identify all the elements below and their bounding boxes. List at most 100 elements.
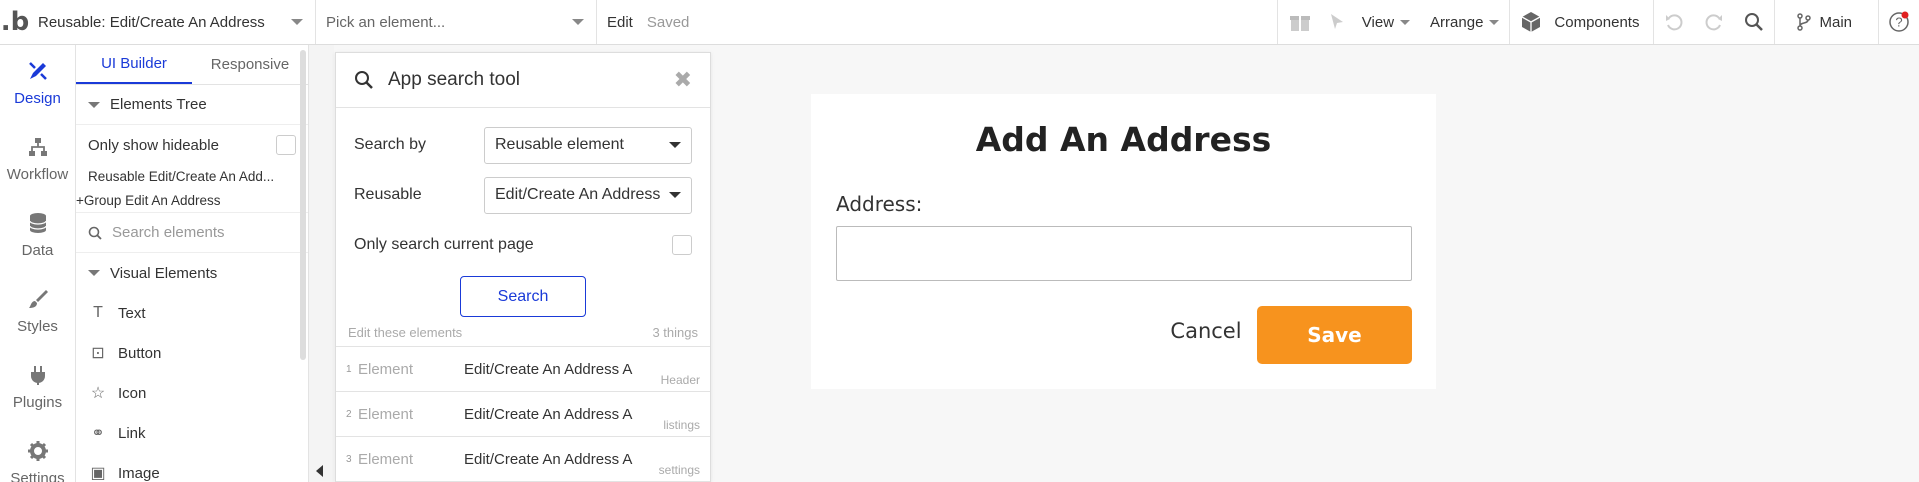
search-tool-header: App search tool ✖ [336,53,710,108]
element-picker-placeholder: Pick an element... [326,13,446,31]
database-icon [28,212,47,233]
tree-item-group[interactable]: +Group Edit An Address [76,188,308,213]
element-type-image[interactable]: ▣ Image [76,453,308,482]
cube-icon [1522,12,1541,32]
close-icon[interactable]: ✖ [674,67,692,93]
result-row[interactable]: 1 Element Edit/Create An Address A Heade… [336,347,710,392]
saved-status: Saved [646,13,690,31]
chevron-down-icon [572,19,584,25]
current-page-row: Only search current page [336,220,710,270]
elements-tree-header[interactable]: Elements Tree [76,85,308,125]
collapse-triangle-icon [88,270,100,276]
view-menu-label: View [1361,13,1395,31]
tab-ui-builder[interactable]: UI Builder [76,45,192,84]
rail-item-design[interactable]: Design [0,45,75,121]
visual-elements-header[interactable]: Visual Elements [76,253,308,293]
only-hideable-checkbox[interactable] [276,135,296,155]
gift-icon[interactable] [1278,0,1322,44]
rail-label: Data [21,241,54,259]
rail-item-workflow[interactable]: Workflow [0,121,75,197]
rail-label: Workflow [6,165,69,183]
rail-label: Design [14,89,61,107]
collapse-arrow-icon[interactable] [316,465,323,477]
search-by-label: Search by [354,136,427,153]
left-nav-rail: Design Workflow Data Styles Plugins Sett… [0,45,76,482]
redo-icon[interactable] [1694,0,1734,44]
help-icon[interactable]: ? [1879,0,1919,44]
result-number: 2 [346,408,352,420]
search-icon [355,71,373,89]
rail-label: Styles [17,317,58,335]
chevron-down-icon [669,192,681,198]
element-type-text[interactable]: T Text [76,293,308,333]
bubble-logo[interactable]: .b [0,0,30,44]
rail-item-plugins[interactable]: Plugins [0,349,75,425]
search-tool-title: App search tool [388,69,521,90]
panel-tabs: UI Builder Responsive [76,45,308,85]
save-button[interactable]: Save [1257,306,1412,364]
element-type-label: Link [118,424,146,442]
rail-item-styles[interactable]: Styles [0,273,75,349]
search-by-row: Search by Reusable element [336,120,710,170]
rail-item-settings[interactable]: Settings [0,425,75,482]
page-selector-value: Reusable: Edit/Create An Address [38,13,265,31]
results-header: Edit these elements 3 things [336,317,710,347]
branch-selector[interactable]: Main [1775,0,1878,44]
result-tag: Header [660,373,700,387]
result-type: Element [358,405,414,423]
collapse-triangle-icon [88,101,100,108]
tab-responsive[interactable]: Responsive [192,45,308,84]
search-elements-field[interactable]: Search elements [76,213,308,253]
element-type-link[interactable]: ⚭ Link [76,413,308,453]
panel-collapse-strip[interactable] [309,45,334,482]
search-button[interactable]: Search [460,276,586,317]
element-type-icon[interactable]: ☆ Icon [76,373,308,413]
page-title[interactable]: Add An Address [811,120,1436,159]
element-picker[interactable]: Pick an element... [316,0,597,44]
only-hideable-row: Only show hideable [76,125,308,165]
result-tag: settings [658,463,700,477]
search-by-dropdown[interactable]: Reusable element [484,126,692,164]
result-row[interactable]: 2 Element Edit/Create An Address A listi… [336,392,710,437]
branch-label: Main [1819,13,1852,31]
undo-icon[interactable] [1654,0,1694,44]
components-label: Components [1554,13,1640,31]
address-input[interactable] [836,226,1412,281]
result-number: 1 [346,363,352,375]
arrange-menu[interactable]: Arrange [1420,0,1509,44]
reusable-value: Edit/Create An Address [495,186,661,203]
result-row[interactable]: 3 Element Edit/Create An Address A setti… [336,437,710,482]
tree-item-reusable[interactable]: Reusable Edit/Create An Add... [76,165,308,188]
view-menu[interactable]: View [1352,0,1420,44]
result-name: Edit/Create An Address A [464,360,633,378]
page-selector[interactable]: Reusable: Edit/Create An Address [30,0,316,44]
address-label[interactable]: Address: [836,192,922,216]
current-page-checkbox[interactable] [672,235,692,255]
cursor-icon[interactable] [1322,0,1352,44]
arrange-menu-label: Arrange [1430,13,1484,31]
result-type: Element [358,360,414,378]
visual-elements-title: Visual Elements [110,264,218,282]
chevron-down-icon [291,19,303,25]
search-icon[interactable] [1734,0,1774,44]
rail-label: Settings [10,469,65,482]
reusable-dropdown[interactable]: Edit/Create An Address [484,176,692,214]
button-icon: ⊡ [91,345,105,362]
panel-scrollbar[interactable] [300,50,306,360]
branch-icon [1797,13,1812,31]
edit-mode-label[interactable]: Edit [597,14,643,31]
link-icon: ⚭ [91,425,105,442]
reusable-element-canvas[interactable]: Add An Address Address: Cancel Save [811,94,1436,389]
element-type-button[interactable]: ⊡ Button [76,333,308,373]
rail-item-data[interactable]: Data [0,197,75,273]
star-icon: ☆ [90,385,106,402]
components-button[interactable]: Components [1510,0,1653,44]
search-icon [88,226,102,240]
top-toolbar: .b Reusable: Edit/Create An Address Pick… [0,0,1919,45]
cancel-button[interactable]: Cancel [1156,306,1256,356]
workflow-icon [28,137,47,156]
result-number: 3 [346,453,352,465]
result-name: Edit/Create An Address A [464,405,633,423]
